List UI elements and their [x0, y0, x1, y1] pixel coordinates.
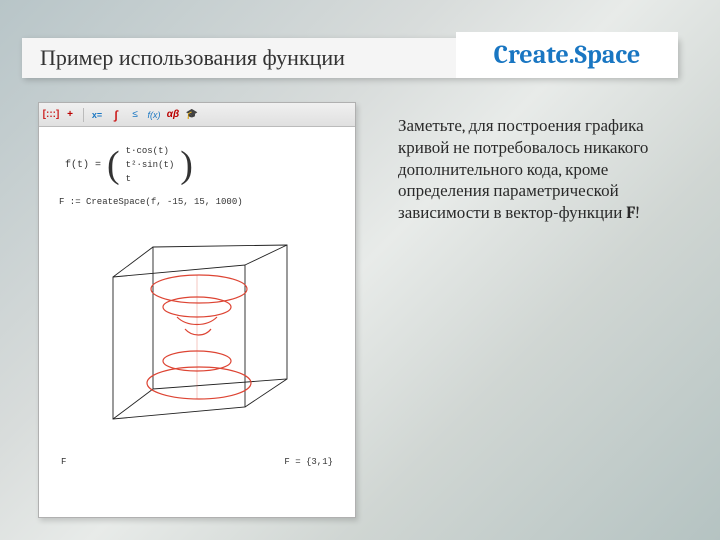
plot-footer: F F = {3,1}	[57, 457, 337, 467]
greek-icon[interactable]: αβ	[165, 107, 181, 123]
plot-3d	[77, 217, 317, 449]
title-accent: Create.Space	[456, 32, 678, 78]
mathcad-toolbar: [:::] + x= ∫ ≤ f(x) αβ 🎓	[39, 103, 355, 127]
body-before: Заметьте, для построения графика кривой …	[398, 117, 648, 223]
matrix-icon[interactable]: [:::]	[43, 107, 59, 123]
vec-row-2: t	[126, 173, 175, 185]
mathcad-document: f(t) = ( t·cos(t) t²·sin(t) t ) F := Cre…	[39, 127, 355, 517]
plus-icon[interactable]: +	[62, 107, 78, 123]
body-after: !	[635, 204, 640, 223]
integral-icon[interactable]: ∫	[108, 107, 124, 123]
paren-left: (	[107, 146, 120, 184]
vector-column: t·cos(t) t²·sin(t) t	[126, 145, 175, 185]
symbolic-icon[interactable]: 🎓	[184, 107, 200, 123]
evaluate-icon[interactable]: x=	[89, 107, 105, 123]
paren-right: )	[180, 146, 193, 184]
vec-row-0: t·cos(t)	[126, 145, 175, 157]
createspace-call: F := CreateSpace(f, -15, 15, 1000)	[59, 197, 337, 207]
body-bold: F	[626, 204, 635, 223]
toolbar-separator	[83, 108, 84, 122]
function-icon[interactable]: f(x)	[146, 107, 162, 123]
footer-right: F = {3,1}	[284, 457, 333, 467]
mathcad-screenshot: [:::] + x= ∫ ≤ f(x) αβ 🎓 f(t) = ( t·cos(…	[38, 102, 356, 518]
boolean-icon[interactable]: ≤	[127, 107, 143, 123]
plot-svg	[77, 217, 317, 449]
vec-row-1: t²·sin(t)	[126, 159, 175, 171]
title-prefix: Пример использования функции	[40, 45, 345, 71]
vector-function-definition: f(t) = ( t·cos(t) t²·sin(t) t )	[65, 145, 337, 185]
func-lhs: f(t) =	[65, 160, 101, 171]
footer-left: F	[61, 457, 66, 467]
explanation-text: Заметьте, для построения графика кривой …	[398, 116, 664, 225]
title-accent-text: Create.Space	[494, 40, 641, 70]
